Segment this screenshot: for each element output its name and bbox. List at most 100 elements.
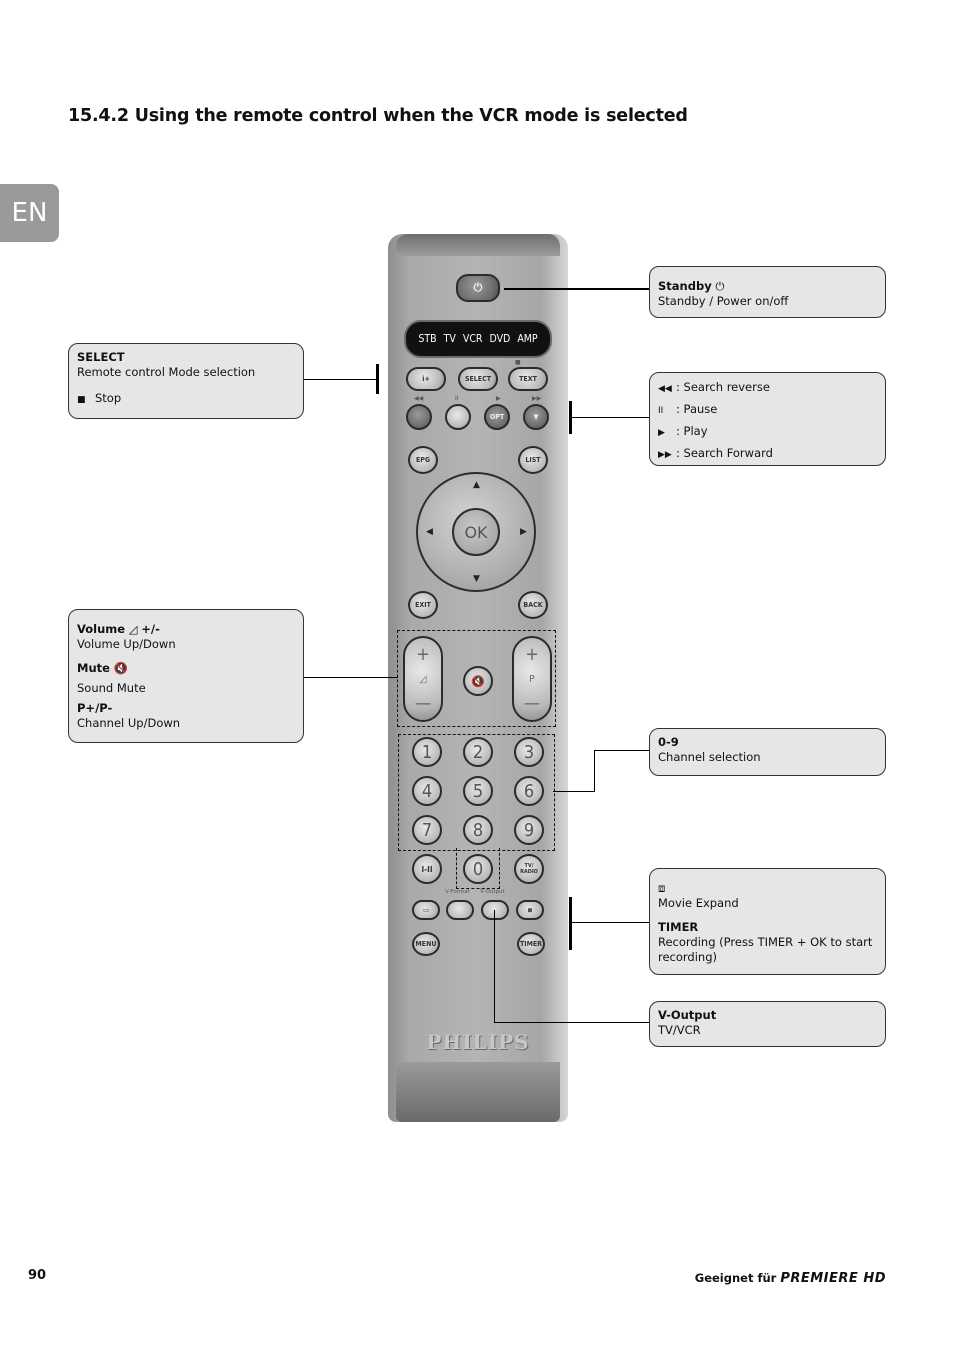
volume-suffix: +/- [141,622,160,636]
channel-minus: — [523,693,541,714]
v-format-label: V-Format [445,889,470,895]
select-connector [303,379,378,380]
stop-symbol: ■ [515,359,521,366]
digit-9-button: 9 [514,815,544,845]
pause-icon: II [658,406,664,416]
v-format-button [446,900,474,920]
v-output-title: V-Output [658,1008,717,1022]
footer-brand-name: PREMIERE HD [780,1271,886,1286]
volume-title: Volume [77,622,126,636]
tv-radio-button: TV/ RADIO [514,854,544,884]
standby-callout: Standby ⏻ Standby / Power on/off [649,266,886,318]
transport-label: : Pause [676,402,718,416]
fast-forward-icon: ▶▶ [658,450,672,460]
timer-desc: Recording (Press TIMER + OK to start rec… [658,935,873,964]
digit-6-button: 6 [514,776,544,806]
transport-connector [571,417,650,418]
power-icon: ⏻ [715,279,725,293]
digit-8-button: 8 [463,815,493,845]
brand-logo: PHILIPS [426,1030,530,1054]
v-output-label: V-Output [480,889,505,895]
select-desc: Remote control Mode selection [77,365,256,379]
mode-amp: AMP [517,333,538,345]
channel-desc: Channel Up/Down [77,716,181,730]
transport-row: ▶▶: Search Forward [658,443,877,465]
stop-icon: ■ [77,395,86,405]
power-icon: ⏻ [473,281,483,294]
mute-icon: 🔇 [471,674,485,688]
digit-4-button: 4 [412,776,442,806]
volume-plus: + [416,644,430,665]
movie-desc: Movie Expand [658,896,739,910]
red-button [406,404,432,430]
channel-plus: + [525,644,539,665]
subtitle-button: ▭ [412,900,440,920]
channel-title: P+/P- [77,701,113,715]
play-symbol: ▶ [496,395,501,402]
rewind-symbol: ◀◀ [414,395,424,402]
select-connector-bar [376,364,379,394]
standby-desc: Standby / Power on/off [658,294,789,308]
digit-0-button: 0 [463,854,493,884]
movie-timer-connector-bar [569,897,572,950]
select-title: SELECT [77,350,125,364]
remote-bottom-edge [396,1062,560,1122]
numbers-title: 0-9 [658,735,679,749]
stop-label: Stop [95,391,122,405]
numbers-connector-a [553,791,595,792]
remote-control-image: ⏻ STB TV VCR DVD AMP i+ SELECT ■ TEXT ◀◀… [388,234,568,1122]
footer-label: Geeignet für [694,1271,777,1285]
ffwd-symbol: ▶▶ [532,395,542,402]
mode-stb: STB [418,333,437,345]
transport-row: II : Pause [658,399,877,421]
volume-callout: Volume ◿ +/- Volume Up/Down Mute 🔇 Sound… [68,609,304,743]
volume-rocker: + ◿ — [403,636,443,722]
v-output-desc: TV/VCR [658,1023,701,1037]
arrow-up-icon: ▲ [473,480,480,490]
numbers-desc: Channel selection [658,750,761,764]
footer-brand: Geeignet für PREMIERE HD [695,1271,886,1286]
movie-timer-connector [571,922,650,923]
standby-title: Standby [658,279,712,293]
transport-label: : Search reverse [676,380,770,394]
standby-connector [504,288,650,290]
mute-button: 🔇 [463,666,493,696]
volume-desc: Volume Up/Down [77,637,176,651]
mode-dvd: DVD [489,333,511,345]
timer-title: TIMER [658,920,699,934]
transport-connector-bar [569,401,572,434]
v-output-button [481,900,509,920]
movie-expand-icon: ⧈ [658,881,666,895]
arrow-left-icon: ◀ [426,527,433,537]
standby-button: ⏻ [456,274,500,302]
navigation-pad: ▲ ▼ ◀ ▶ OK [416,472,536,592]
timer-button: TIMER [517,932,545,956]
volume-connector [303,677,398,678]
v-output-connector-a [494,910,495,1023]
numbers-connector-c [594,750,650,751]
opt-button: OPT [484,404,510,430]
digit-7-button: 7 [412,815,442,845]
arrow-right-icon: ▶ [520,527,527,537]
digit-5-button: 5 [463,776,493,806]
mode-tv: TV [443,333,456,345]
pause-symbol: II [455,395,459,402]
page-title: 15.4.2 Using the remote control when the… [68,106,688,126]
digit-2-button: 2 [463,737,493,767]
mute-icon: 🔇 [113,661,128,675]
digit-1-button: 1 [412,737,442,767]
mute-desc: Sound Mute [77,681,146,695]
numbers-callout: 0-9 Channel selection [649,728,886,776]
mute-title: Mute [77,661,110,675]
transport-row: ▶: Play [658,421,877,443]
v-output-connector-b [494,1022,650,1023]
numbers-connector-b [594,750,595,792]
channel-rocker: + P — [512,636,552,722]
arrow-down-icon: ▼ [473,574,480,584]
list-button: LIST [518,446,548,474]
transport-row: ◀◀: Search reverse [658,377,877,399]
mode-vcr: VCR [462,333,483,345]
ok-button: OK [452,508,500,556]
volume-icon: ◿ [128,622,138,636]
select-button: SELECT [458,367,498,391]
